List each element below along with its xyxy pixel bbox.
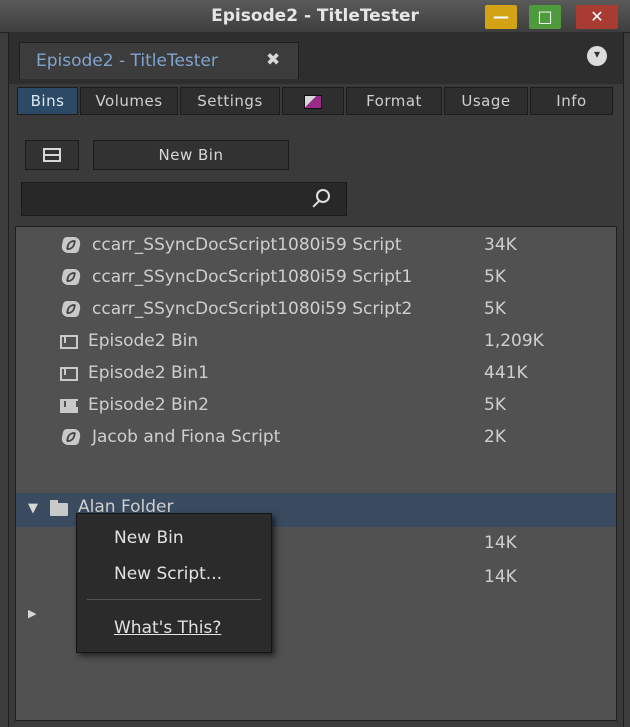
chevron-down-icon: ▾ (593, 47, 601, 61)
document-tab-label: Episode2 - TitleTester (36, 51, 218, 71)
tab-volumes[interactable]: Volumes (80, 87, 178, 115)
tab-format[interactable]: Format (346, 87, 442, 115)
list-item[interactable]: Jacob and Fiona Script 2K (16, 421, 616, 453)
list-item[interactable]: Episode2 Bin 1,209K (16, 325, 616, 357)
list-item[interactable]: ccarr_SSyncDocScript1080i59 Script1 5K (16, 261, 616, 293)
item-size: 5K (484, 299, 506, 319)
project-panel: Episode2 - TitleTester ✖ ▾ Bins Volumes … (8, 32, 624, 727)
maximize-icon: □ (537, 7, 553, 26)
new-bin-button[interactable]: New Bin (93, 140, 289, 170)
item-name: Episode2 Bin (88, 331, 199, 351)
list-item[interactable]: ccarr_SSyncDocScript1080i59 Script2 5K (16, 293, 616, 325)
item-name: ccarr_SSyncDocScript1080i59 Script (92, 235, 402, 255)
layout-toggle-button[interactable] (25, 140, 79, 170)
list-item[interactable]: Episode2 Bin1 441K (16, 357, 616, 389)
item-name: ccarr_SSyncDocScript1080i59 Script2 (92, 299, 413, 319)
context-menu: New Bin New Script... What's This? (76, 513, 272, 653)
script-icon (60, 301, 82, 317)
search-box (21, 182, 347, 216)
list-item[interactable]: Episode2 Bin2 5K (16, 389, 616, 421)
item-size: 1,209K (484, 331, 544, 351)
menu-item-new-bin[interactable]: New Bin (114, 528, 184, 548)
tab-color[interactable] (282, 87, 344, 115)
expand-arrow-icon[interactable]: ▶ (28, 607, 36, 620)
item-name: Episode2 Bin2 (88, 395, 209, 415)
project-tabs: Bins Volumes Settings Format Usage Info (17, 87, 615, 115)
maximize-button[interactable]: □ (529, 5, 561, 29)
item-size: 14K (484, 533, 517, 553)
item-size: 34K (484, 235, 517, 255)
item-size: 5K (484, 395, 506, 415)
title-bar: Episode2 - TitleTester — □ ✕ (0, 0, 630, 33)
item-size: 441K (484, 363, 528, 383)
bin-filled-icon (60, 399, 78, 413)
bin-icon (60, 367, 78, 381)
menu-item-whats-this[interactable]: What's This? (114, 618, 221, 638)
search-input[interactable] (26, 186, 310, 214)
item-name: ccarr_SSyncDocScript1080i59 Script1 (92, 267, 413, 287)
bin-icon (60, 335, 78, 349)
script-icon (60, 237, 82, 253)
minimize-button[interactable]: — (485, 5, 517, 29)
document-tab-bar: Episode2 - TitleTester ✖ ▾ (9, 32, 623, 84)
minimize-icon: — (493, 7, 509, 26)
script-icon (60, 429, 82, 445)
tab-settings[interactable]: Settings (180, 87, 280, 115)
menu-separator (87, 599, 261, 600)
item-size: 5K (484, 267, 506, 287)
tab-menu-button[interactable]: ▾ (587, 46, 607, 66)
tab-usage[interactable]: Usage (444, 87, 528, 115)
document-tab[interactable]: Episode2 - TitleTester ✖ (19, 42, 299, 79)
tab-info[interactable]: Info (530, 87, 613, 115)
item-name: Jacob and Fiona Script (92, 427, 281, 447)
split-view-icon (43, 148, 61, 162)
menu-item-new-script[interactable]: New Script... (114, 564, 222, 584)
folder-icon (50, 500, 68, 516)
list-item[interactable]: ccarr_SSyncDocScript1080i59 Script 34K (16, 229, 616, 261)
item-size: 2K (484, 427, 506, 447)
close-button[interactable]: ✕ (576, 5, 618, 29)
item-name: Episode2 Bin1 (88, 363, 209, 383)
script-icon (60, 269, 82, 285)
item-size: 14K (484, 567, 517, 587)
tab-bins[interactable]: Bins (17, 87, 78, 115)
tab-close-icon[interactable]: ✖ (266, 50, 280, 70)
search-icon[interactable] (316, 189, 330, 203)
close-icon: ✕ (590, 7, 604, 26)
color-swatch-icon (304, 95, 322, 109)
expand-arrow-icon[interactable]: ▼ (28, 501, 38, 516)
